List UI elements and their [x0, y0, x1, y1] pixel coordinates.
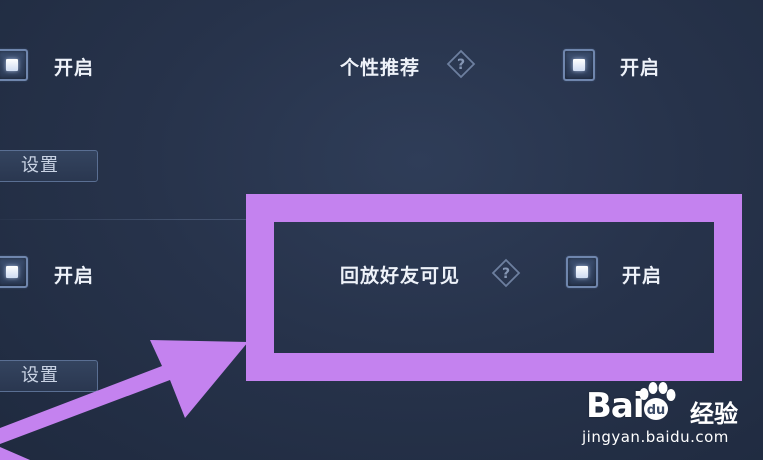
watermark-brand-suffix: du	[647, 403, 666, 418]
watermark-product: 经验	[690, 400, 738, 428]
baidu-jingyan-watermark: Bai du 经验 jingyan.baidu.com	[582, 378, 763, 460]
watermark-url: jingyan.baidu.com	[582, 428, 729, 446]
paw-icon: du	[639, 382, 676, 420]
